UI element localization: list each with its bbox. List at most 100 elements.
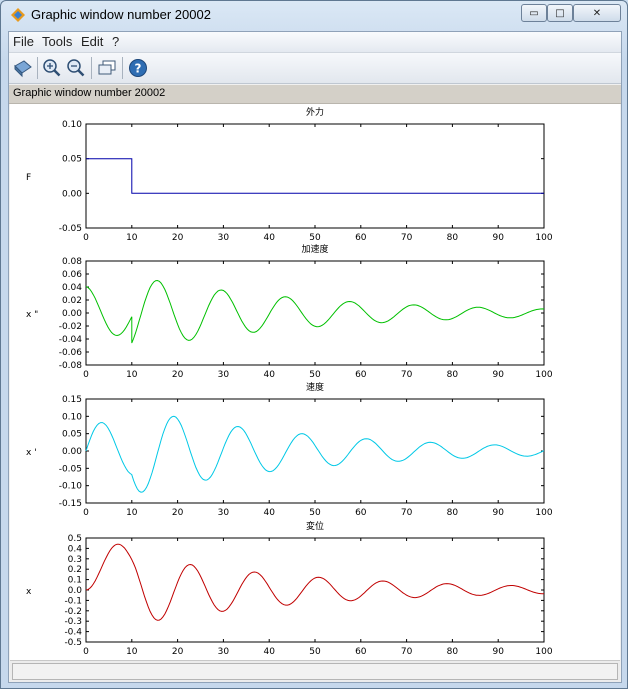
- x-tick-label: 50: [309, 647, 321, 657]
- status-bar: [10, 660, 620, 682]
- help-icon[interactable]: ?: [127, 57, 149, 79]
- figure-info-bar: Graphic window number 20002: [9, 85, 621, 104]
- minimize-icon: ▭: [529, 7, 539, 19]
- x-tick-label: 70: [401, 508, 413, 518]
- y-tick-label: 0.10: [62, 120, 82, 130]
- chart-ylabel: x ": [26, 310, 38, 320]
- x-tick-label: 40: [263, 508, 275, 518]
- graphic-window: Graphic window number 20002 ▭ □ ✕ File T…: [0, 0, 628, 689]
- x-tick-label: 70: [401, 647, 413, 657]
- y-tick-label: -0.08: [59, 361, 83, 371]
- y-tick-label: 0.08: [62, 257, 82, 267]
- x-tick-label: 100: [535, 647, 552, 657]
- x-tick-label: 60: [355, 508, 367, 518]
- y-tick-label: 0.00: [62, 189, 82, 199]
- x-tick-label: 40: [263, 370, 275, 380]
- x-tick-label: 60: [355, 647, 367, 657]
- y-tick-label: 0.5: [68, 534, 82, 544]
- plots-svg: 外力F0 10 20 30 40 50 60 70 80 90 100-0.050.000.050.…: [26, 106, 553, 657]
- x-tick-label: 0: [83, 647, 89, 657]
- y-tick-label: 0.02: [62, 296, 82, 306]
- y-tick-label: 0.06: [62, 270, 82, 280]
- x-tick-label: 80: [447, 647, 459, 657]
- y-tick-label: -0.04: [59, 335, 83, 345]
- maximize-icon: □: [555, 7, 565, 19]
- x-tick-label: 30: [218, 508, 230, 518]
- x-tick-label: 20: [172, 647, 184, 657]
- y-tick-label: 0.3: [68, 555, 82, 565]
- x-tick-label: 20: [172, 508, 184, 518]
- x-tick-label: 50: [309, 233, 321, 243]
- y-tick-label: 0.1: [68, 576, 82, 586]
- x-tick-label: 70: [401, 370, 413, 380]
- y-tick-label: 0.04: [62, 283, 82, 293]
- toolbar: ?: [9, 53, 621, 84]
- menu-edit[interactable]: Edit: [81, 34, 103, 49]
- toolbar-separator: [122, 57, 123, 79]
- scilab-app-icon: [11, 8, 25, 22]
- x-tick-label: 10: [126, 233, 138, 243]
- y-tick-label: 0.4: [68, 544, 83, 554]
- menu-help[interactable]: ?: [112, 34, 119, 49]
- x-tick-label: 10: [126, 647, 138, 657]
- x-tick-label: 70: [401, 233, 413, 243]
- menu-bar: File Tools Edit ?: [9, 32, 621, 53]
- y-tick-label: -0.3: [64, 617, 82, 627]
- x-tick-label: 0: [83, 370, 89, 380]
- close-button[interactable]: ✕: [573, 4, 621, 22]
- chart-title: 速度: [306, 381, 324, 393]
- plot-canvas[interactable]: 外力 F 0 10 20 30 40 50 60 70 80 90 100 -0.05 0.00 0.05 0.…: [10, 104, 620, 660]
- series-line: [85, 415, 545, 493]
- x-tick-label: 90: [492, 508, 504, 518]
- x-tick-label: 100: [535, 370, 552, 380]
- x-tick-label: 0: [83, 233, 89, 243]
- title-bar[interactable]: Graphic window number 20002 ▭ □ ✕: [1, 1, 627, 29]
- y-tick-label: 0.05: [62, 430, 82, 440]
- x-tick-label: 90: [492, 370, 504, 380]
- zoom-in-icon[interactable]: [41, 57, 63, 79]
- x-tick-label: 20: [172, 370, 184, 380]
- y-tick-label: 0.15: [62, 395, 82, 405]
- menu-file[interactable]: File: [13, 34, 34, 49]
- y-tick-label: -0.05: [59, 224, 82, 234]
- toolbar-separator: [91, 57, 92, 79]
- y-tick-label: -0.2: [64, 607, 82, 617]
- close-icon: ✕: [592, 7, 602, 19]
- y-tick-label: 0.05: [62, 155, 82, 165]
- x-tick-label: 90: [492, 647, 504, 657]
- y-tick-label: -0.06: [59, 348, 83, 358]
- figure-info-text: Graphic window number 20002: [13, 87, 166, 99]
- plot-frame: [85, 260, 545, 366]
- x-tick-label: 40: [263, 233, 275, 243]
- y-tick-label: -0.4: [64, 628, 82, 638]
- chart-ylabel: F: [26, 173, 31, 183]
- minimize-button[interactable]: ▭: [521, 4, 547, 22]
- rotate-icon[interactable]: [12, 57, 34, 79]
- x-tick-label: 30: [218, 647, 230, 657]
- series-line: [86, 158, 544, 194]
- x-tick-label: 50: [309, 508, 321, 518]
- y-tick-label: 0.10: [62, 412, 82, 422]
- series-line: [85, 279, 545, 344]
- y-tick-label: -0.02: [59, 322, 82, 332]
- svg-text:?: ?: [135, 62, 142, 76]
- x-tick-label: 80: [447, 233, 459, 243]
- x-tick-label: 60: [355, 370, 367, 380]
- chart-ylabel: x ': [26, 448, 37, 458]
- x-tick-label: 100: [535, 508, 552, 518]
- y-tick-label: -0.15: [59, 499, 82, 509]
- y-tick-label: -0.5: [64, 638, 82, 648]
- maximize-button[interactable]: □: [547, 4, 573, 22]
- y-tick-label: -0.10: [59, 482, 83, 492]
- menu-tools[interactable]: Tools: [42, 34, 72, 49]
- x-tick-label: 40: [263, 647, 275, 657]
- y-tick-label: -0.1: [64, 596, 82, 606]
- toolbar-separator: [37, 57, 38, 79]
- datatip-icon[interactable]: [96, 57, 118, 79]
- chart-title: 外力: [306, 106, 324, 118]
- x-tick-label: 50: [309, 370, 321, 380]
- plot-frame: [85, 123, 545, 229]
- chart-title: 加速度: [301, 243, 328, 255]
- x-tick-label: 80: [447, 370, 459, 380]
- zoom-out-icon[interactable]: [65, 57, 87, 79]
